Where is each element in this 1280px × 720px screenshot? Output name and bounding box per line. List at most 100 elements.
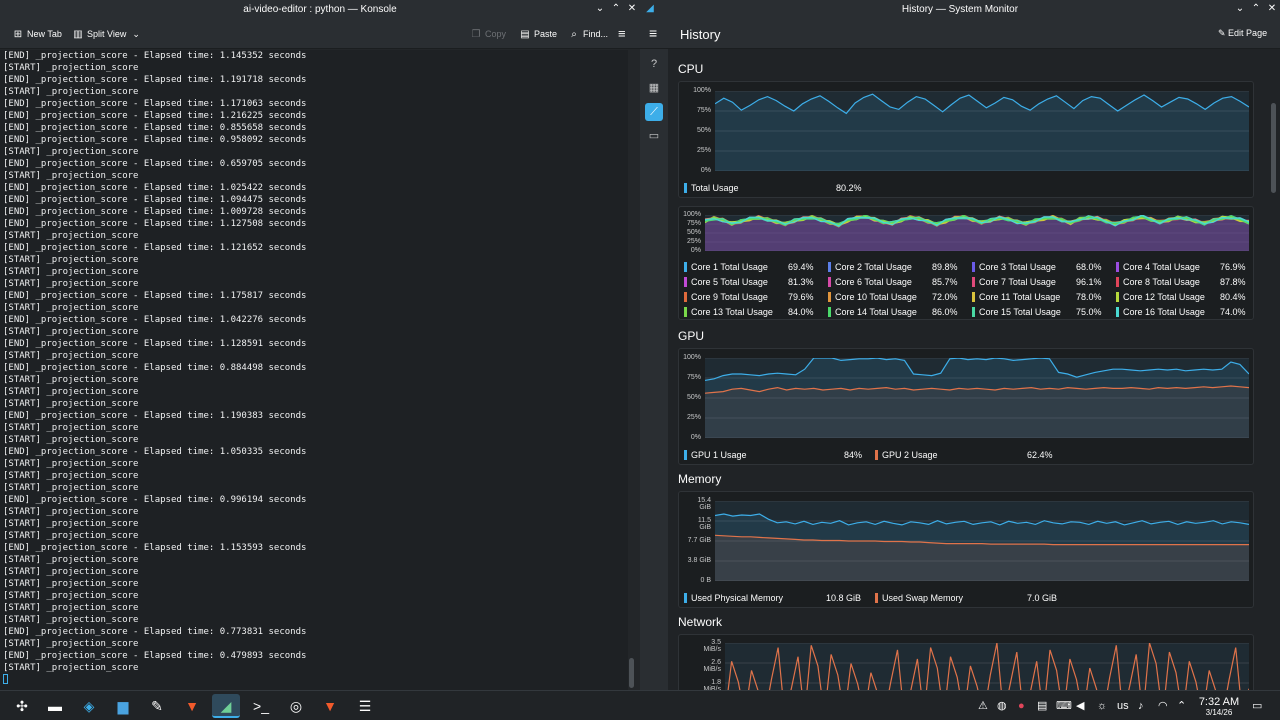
terminal-line: [END] _projection_score - Elapsed time: … (3, 159, 307, 169)
copy-button[interactable]: ❐ Copy (470, 27, 507, 41)
core-label: Core 7 Total Usage (979, 277, 1056, 287)
steam-icon[interactable]: ◍ (997, 699, 1007, 713)
terminal-line: [START] _projection_score (3, 303, 139, 313)
core-legend-item: Core 16 Total Usage 74.0% (1116, 307, 1246, 317)
edit-page-button[interactable]: ✎ Edit Page (1218, 28, 1267, 39)
window-title: ai-video-editor : python — Konsole (243, 4, 397, 15)
y-tick-label: 0% (690, 434, 701, 441)
chevron-down-icon[interactable]: ⌄ (1234, 3, 1246, 15)
terminal-line: [END] _projection_score - Elapsed time: … (3, 315, 307, 325)
y-tick-label: 2.6 MiB/s (703, 659, 722, 673)
core-label: Core 1 Total Usage (691, 262, 768, 272)
find-button[interactable]: ⌕ Find... (568, 27, 608, 41)
copy-icon: ❐ (471, 29, 481, 40)
terminal-line: [START] _projection_score (3, 387, 139, 397)
new-tab-button[interactable]: ⊞ New Tab (12, 27, 62, 41)
split-view-icon: ▥ (73, 29, 83, 40)
maximize-icon[interactable]: ⌃ (1250, 3, 1262, 15)
brave-browser-icon-2[interactable]: ▼ (316, 694, 344, 718)
keyboard-layout[interactable]: us (1117, 699, 1129, 713)
overview-icon[interactable]: ▬ (41, 694, 69, 718)
legend-swatch (828, 292, 831, 302)
sysmon-titlebar[interactable]: ◢ History — System Monitor ⌄ ⌃ ✕ (640, 0, 1280, 19)
file-manager-icon[interactable]: ▆ (109, 694, 137, 718)
microphone-icon[interactable]: ♪ (1138, 699, 1144, 713)
history-content: CPU 100% 75% 50% 25% 0% Total Usage 80.2% 10… (668, 49, 1280, 690)
physical-memory-label: Used Physical Memory (691, 593, 784, 603)
brightness-icon[interactable]: ☼ (1097, 699, 1107, 713)
app-launcher-icon[interactable]: ✣ (8, 694, 36, 718)
konsole-titlebar[interactable]: ai-video-editor : python — Konsole ⌄ ⌃ ✕ (0, 0, 640, 19)
legend-swatch (684, 183, 687, 193)
system-monitor-task-icon[interactable]: ◢ (212, 694, 240, 718)
chevron-up-icon[interactable]: ⌃ (1177, 699, 1186, 713)
terminal-line: [END] _projection_score - Elapsed time: … (3, 75, 307, 85)
y-tick-label: 11.5 GiB (697, 517, 711, 531)
database-icon[interactable]: ☰ (351, 694, 379, 718)
paste-button[interactable]: ▤ Paste (519, 27, 557, 41)
y-tick-label: 75% (686, 220, 701, 227)
notifications-icon[interactable]: ⚠ (978, 699, 988, 713)
terminal-line: [START] _projection_score (3, 267, 139, 277)
applications-icon[interactable]: ▭ (645, 127, 663, 145)
chevron-down-icon[interactable]: ⌄ (594, 3, 606, 15)
close-icon[interactable]: ✕ (1266, 3, 1278, 15)
clipboard-icon[interactable]: ▤ (1037, 699, 1047, 713)
overview-grid-icon[interactable]: ▦ (645, 79, 663, 97)
swap-memory-legend: Used Swap Memory 7.0 GiB (875, 593, 1057, 603)
history-chart-icon[interactable]: ⟋ (645, 103, 663, 121)
y-tick-label: 0% (700, 167, 711, 174)
terminal-scrollbar[interactable] (629, 658, 634, 688)
chart-plot-area (705, 215, 1249, 251)
core-value: 69.4% (788, 262, 814, 272)
terminal-line: [END] _projection_score - Elapsed time: … (3, 195, 307, 205)
legend-swatch (828, 262, 831, 272)
volume-icon[interactable]: ◀ (1076, 699, 1084, 713)
obs-icon[interactable]: ◎ (282, 694, 310, 718)
series-area (715, 94, 1249, 171)
keyboard-icon[interactable]: ⌨ (1056, 699, 1072, 713)
core-legend-item: Core 15 Total Usage 75.0% (972, 307, 1102, 317)
hamburger-menu-icon[interactable]: ≡ (618, 27, 626, 41)
konsole-task-icon[interactable]: >_ (247, 694, 275, 718)
brave-browser-icon[interactable]: ▼ (178, 694, 206, 718)
chart-plot-area (715, 501, 1249, 581)
legend-swatch (684, 277, 687, 287)
help-icon[interactable]: ? (645, 55, 663, 73)
core-label: Core 15 Total Usage (979, 307, 1061, 317)
clock-date[interactable]: 3/14/26 (1196, 708, 1242, 717)
core-label: Core 14 Total Usage (835, 307, 917, 317)
terminal-line: [START] _projection_score (3, 423, 139, 433)
page-title: History (680, 27, 721, 42)
terminal-line: [START] _projection_score (3, 663, 139, 673)
terminal-line: [START] _projection_score (3, 147, 139, 157)
core-value: 68.0% (1076, 262, 1102, 272)
gpu2-value: 62.4% (1027, 450, 1053, 460)
y-tick-label: 3.5 MiB/s (703, 639, 722, 653)
hamburger-menu-icon[interactable]: ≡ (649, 25, 657, 41)
text-editor-icon[interactable]: ✎ (143, 694, 171, 718)
wifi-icon[interactable]: ◠ (1158, 699, 1168, 713)
close-icon[interactable]: ✕ (626, 3, 638, 15)
cpu-total-card: 100% 75% 50% 25% 0% Total Usage 80.2% (678, 81, 1254, 198)
sysmon-header: ≡ History ✎ Edit Page (640, 19, 1280, 49)
terminal-line: [END] _projection_score - Elapsed time: … (3, 207, 307, 217)
memory-card: 15.4 GiB 11.5 GiB 7.7 GiB 3.8 GiB 0 B Used P… (678, 491, 1254, 608)
legend-swatch (684, 307, 687, 317)
clock-time[interactable]: 7:32 AM (1196, 696, 1242, 708)
terminal-line: [START] _projection_score (3, 327, 139, 337)
terminal-output[interactable]: [END] _projection_score - Elapsed time: … (0, 50, 628, 690)
terminal-line: [END] _projection_score - Elapsed time: … (3, 495, 307, 505)
split-view-button[interactable]: ▥ Split View ⌄ (72, 27, 140, 41)
content-scrollbar[interactable] (1271, 103, 1276, 193)
taskbar: ✣ ▬ ◈ ▆ ✎ ▼ ◢ >_ ◎ ▼ ☰ ⚠ ◍ ● ▤ ⌨ ◀ ☼ us … (0, 690, 1280, 720)
terminal-line: [END] _projection_score - Elapsed time: … (3, 183, 307, 193)
y-tick-label: 25% (696, 147, 711, 154)
maximize-icon[interactable]: ⌃ (610, 3, 622, 15)
core-value: 78.0% (1076, 292, 1102, 302)
record-icon[interactable]: ● (1018, 699, 1025, 713)
discover-icon[interactable]: ◈ (75, 694, 103, 718)
show-desktop-icon[interactable]: ▭ (1252, 699, 1262, 713)
edit-page-label: Edit Page (1228, 28, 1268, 38)
terminal-line: [START] _projection_score (3, 639, 139, 649)
